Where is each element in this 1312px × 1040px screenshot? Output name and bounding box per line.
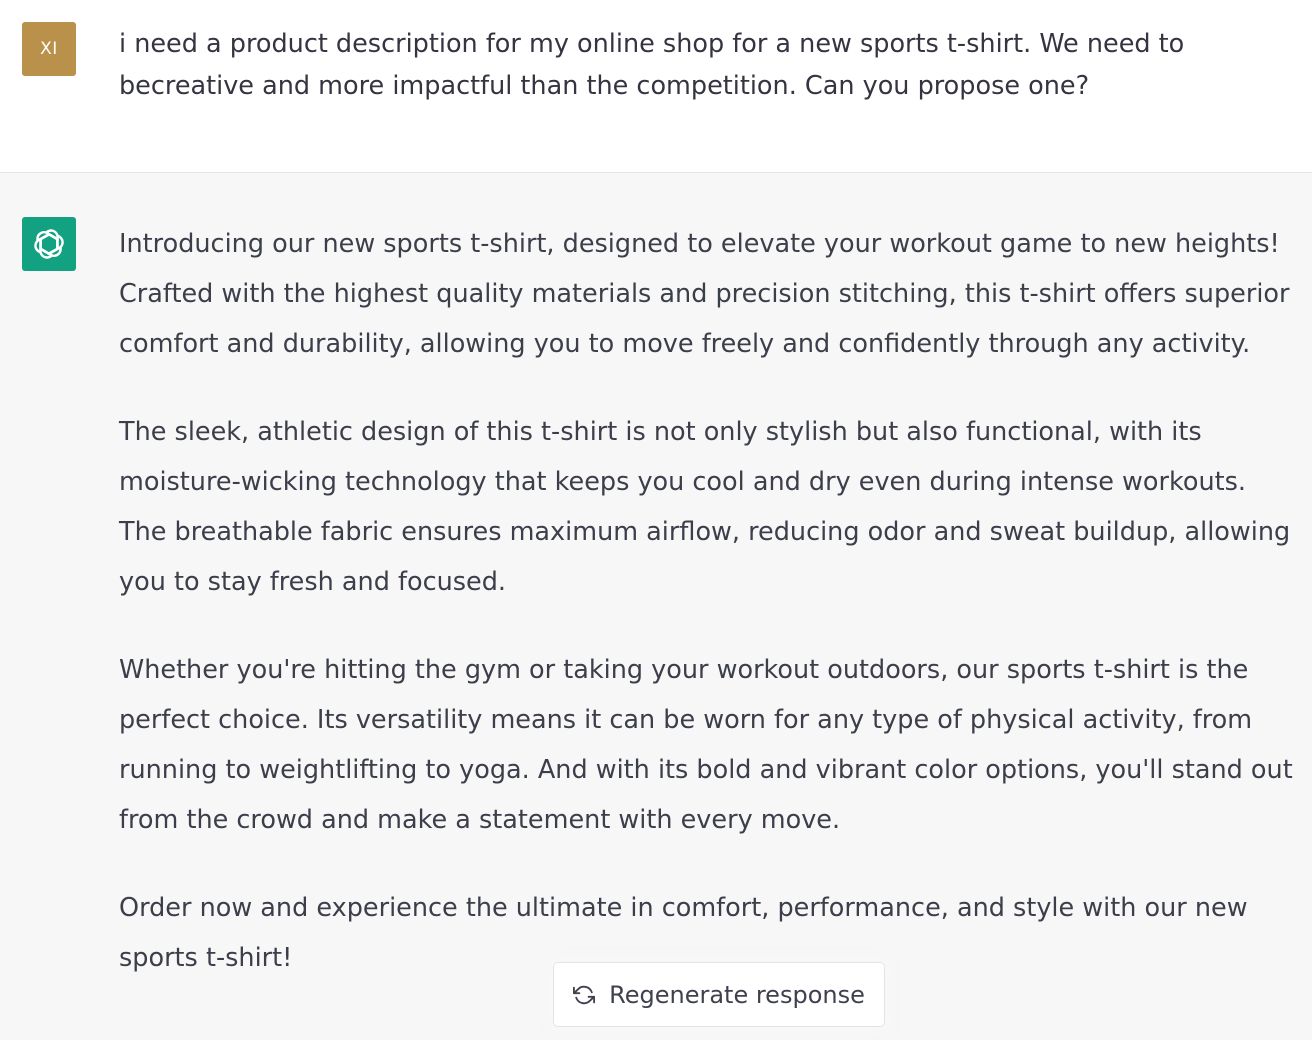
reply-paragraph: Whether you're hitting the gym or taking… (119, 655, 1293, 835)
assistant-reply: Introducing our new sports t-shirt, desi… (119, 219, 1299, 1021)
assistant-avatar (22, 217, 76, 271)
user-message-text: i need a product description for my onli… (119, 29, 1185, 101)
reply-paragraph: Introducing our new sports t-shirt, desi… (119, 229, 1290, 359)
assistant-message: Introducing our new sports t-shirt, desi… (0, 173, 1312, 1040)
refresh-icon (573, 984, 596, 1006)
regenerate-response-label: Regenerate response (609, 980, 865, 1009)
openai-logo-icon (34, 229, 64, 259)
reply-paragraph: The sleek, athletic design of this t-shi… (119, 417, 1291, 597)
user-avatar: XI (22, 22, 76, 76)
user-message: XI i need a product description for my o… (0, 0, 1312, 173)
regenerate-response-button[interactable]: Regenerate response (553, 962, 885, 1027)
